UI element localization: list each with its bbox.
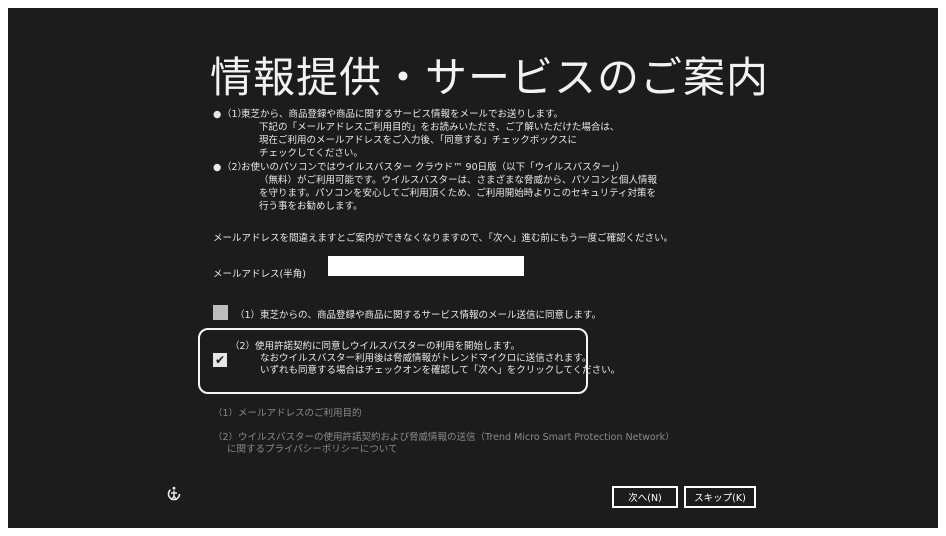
email-input[interactable] bbox=[328, 256, 524, 276]
consent-checkbox-2[interactable]: ✔ bbox=[213, 353, 227, 367]
setup-screen: 情報提供・サービスのご案内 ● （1） 東芝から、商品登録や商品に関するサービス… bbox=[8, 8, 938, 528]
bullet-line: （無料）がご利用可能です。ウイルスバスターは、さまざまな脅威から、パソコンと個人… bbox=[259, 175, 658, 186]
consent-line: （2）使用許諾契約に同意しウイルスバスターの利用を開始します。 bbox=[230, 341, 521, 352]
consent-checkbox-1[interactable] bbox=[213, 305, 228, 320]
email-label: メールアドレス(半角) bbox=[213, 269, 306, 280]
privacy-link-line: に関するプライバシーポリシーについて bbox=[227, 444, 398, 455]
email-purpose-link[interactable]: （1）メールアドレスのご利用目的 bbox=[213, 405, 362, 419]
bullet-line: 現在ご利用のメールアドレスをご入力後、「同意する」チェックボックスに bbox=[259, 135, 577, 146]
page-title: 情報提供・サービスのご案内 bbox=[210, 53, 770, 102]
bullet-line: 下記の「メールアドレスご利用目的」をお読みいただき、ご了解いただけた場合は、 bbox=[259, 122, 620, 133]
email-notice: メールアドレスを間違えますとご案内ができなくなりますので、「次へ」進む前にもう一… bbox=[213, 233, 674, 244]
privacy-link-line: （2）ウイルスバスターの使用許諾契約および脅威情報の送信（Trend Micro… bbox=[213, 432, 675, 443]
bullet-item: ● （1） 東芝から、商品登録や商品に関するサービス情報をメールでお送りします。… bbox=[213, 108, 657, 160]
bullet-line: 行う事をお勧めします。 bbox=[259, 201, 363, 212]
bullet-number: （2） bbox=[222, 162, 248, 173]
next-button[interactable]: 次へ(N) bbox=[612, 486, 678, 508]
consent-line: なおウイルスバスター利用後は脅威情報がトレンドマイクロに送信されます。 bbox=[260, 353, 592, 364]
bullet-item: ● （2） お使いのパソコンではウイルスバスター クラウド™ 90日版（以下「ウ… bbox=[213, 161, 657, 213]
privacy-policy-link[interactable]: （2）ウイルスバスターの使用許諾契約および脅威情報の送信（Trend Micro… bbox=[213, 432, 675, 456]
bullet-number: （1） bbox=[222, 109, 248, 120]
bullet-marker: ● bbox=[213, 162, 222, 173]
bullet-line: を守ります。パソコンを安心してご利用頂くため、ご利用開始時よりこのセキュリティ対… bbox=[259, 188, 657, 199]
consent-label-2: （2）使用許諾契約に同意しウイルスバスターの利用を開始します。 なおウイルスバス… bbox=[230, 341, 620, 377]
skip-button[interactable]: スキップ(K) bbox=[684, 486, 756, 508]
bullet-line: チェックしてください。 bbox=[259, 148, 363, 159]
consent-label-1: （1）東芝からの、商品登録や商品に関するサービス情報のメール送信に同意します。 bbox=[235, 310, 602, 321]
ease-of-access-icon[interactable] bbox=[166, 486, 182, 502]
bullet-marker: ● bbox=[213, 109, 222, 120]
bullet-line: お使いのパソコンではウイルスバスター クラウド™ 90日版（以下「ウイルスバスタ… bbox=[241, 162, 625, 173]
consent-line: いずれも同意する場合はチェックオンを確認して「次へ」をクリックしてください。 bbox=[260, 365, 621, 376]
info-bullets: ● （1） 東芝から、商品登録や商品に関するサービス情報をメールでお送りします。… bbox=[213, 108, 657, 214]
bullet-line: 東芝から、商品登録や商品に関するサービス情報をメールでお送りします。 bbox=[241, 109, 564, 120]
